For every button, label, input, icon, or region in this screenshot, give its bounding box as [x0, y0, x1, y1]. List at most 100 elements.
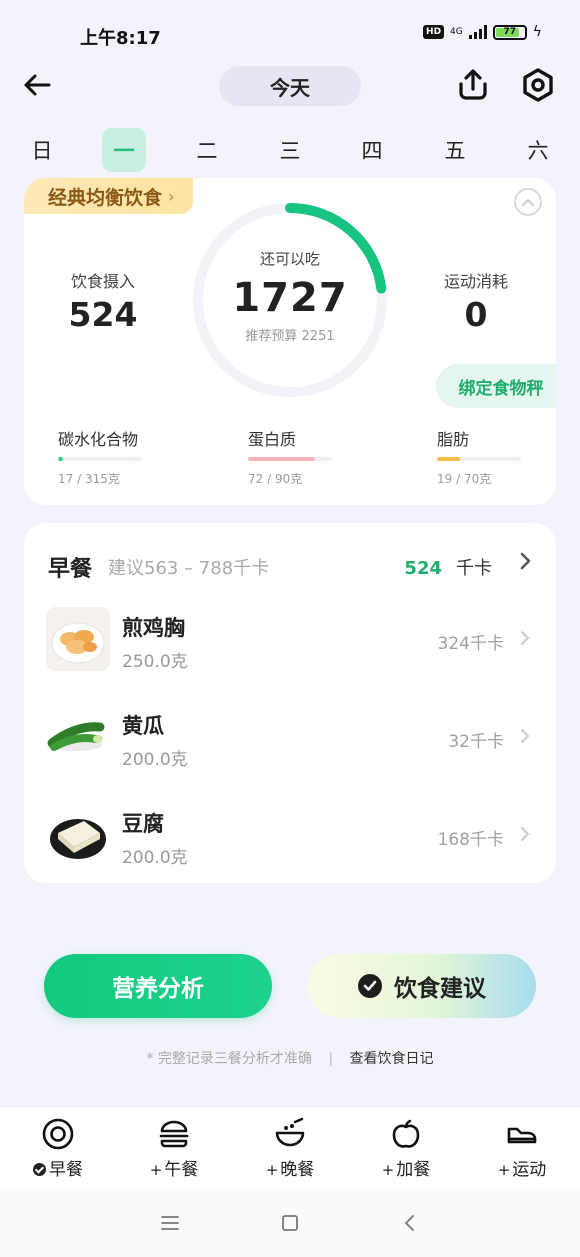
tofu-image [46, 803, 110, 867]
food-name: 豆腐 [122, 812, 164, 836]
home-icon[interactable] [276, 1211, 304, 1235]
nav-label: + 运动 [472, 1155, 572, 1180]
collapse-icon[interactable] [514, 188, 542, 216]
day-sat[interactable]: 六 [516, 128, 560, 172]
food-kcal: 32千卡 [448, 732, 504, 752]
checkmark-icon [358, 974, 382, 998]
food-item[interactable]: 煎鸡胸 250.0克 324千卡 [24, 599, 556, 697]
intake-value: 524 [68, 295, 138, 334]
nav-breakfast[interactable]: 早餐 [8, 1117, 108, 1180]
macro-name: 碳水化合物 [58, 430, 139, 449]
nutrition-analysis-button[interactable]: 营养分析 [44, 954, 272, 1018]
day-mon[interactable]: 一 [102, 128, 146, 172]
macro-progress-fill [248, 457, 316, 461]
diet-plan-tag[interactable]: 经典均衡饮食 › [24, 178, 193, 214]
sneaker-icon [472, 1117, 572, 1151]
nav-label-text: 早餐 [49, 1160, 83, 1180]
food-item[interactable]: 黄瓜 200.0克 32千卡 [24, 697, 556, 795]
apple-icon [356, 1117, 456, 1151]
diet-advice-button[interactable]: 饮食建议 [308, 954, 536, 1018]
system-nav-bar [0, 1189, 580, 1257]
back-arrow-icon[interactable] [20, 68, 54, 102]
nav-label: + 加餐 [356, 1155, 456, 1180]
nav-prefix: + [381, 1161, 395, 1179]
hint-text: * 完整记录三餐分析才准确 [146, 1051, 312, 1067]
chevron-right-icon [520, 825, 530, 847]
bind-scale-button[interactable]: 绑定食物秤 [436, 364, 556, 408]
charging-icon: ϟ [532, 24, 542, 40]
macro-protein: 蛋白质 72 / 90克 [248, 426, 358, 487]
share-icon[interactable] [454, 66, 492, 104]
hint-row: * 完整记录三餐分析才准确 | 查看饮食日记 [0, 1048, 580, 1068]
breakfast-plate-icon [8, 1117, 108, 1151]
status-time: 上午8:17 [80, 28, 161, 49]
diet-advice-label: 饮食建议 [394, 976, 486, 1002]
macro-name: 脂肪 [437, 430, 470, 449]
day-thu[interactable]: 四 [350, 128, 394, 172]
macro-carbs: 碳水化合物 17 / 315克 [58, 426, 168, 487]
day-wed[interactable]: 三 [268, 128, 312, 172]
nav-label: + 午餐 [124, 1155, 224, 1180]
nav-exercise[interactable]: + 运动 [472, 1117, 572, 1180]
chevron-right-icon [520, 727, 530, 749]
food-weight: 200.0克 [122, 848, 188, 868]
chevron-right-icon: › [168, 186, 175, 206]
food-kcal: 324千卡 [437, 634, 504, 654]
nav-label: + 晚餐 [240, 1155, 340, 1180]
day-tue[interactable]: 二 [185, 128, 229, 172]
status-icons: HD 4G 77 ϟ [423, 24, 542, 40]
burger-icon [124, 1117, 224, 1151]
nav-prefix: + [497, 1161, 511, 1179]
cucumber-image [46, 705, 110, 769]
day-fri[interactable]: 五 [433, 128, 477, 172]
nav-prefix: + [149, 1161, 163, 1179]
meal-kcal-unit: 千卡 [456, 558, 492, 579]
macro-progress-bar [248, 457, 332, 461]
food-name: 黄瓜 [122, 714, 164, 738]
nav-snack[interactable]: + 加餐 [356, 1117, 456, 1180]
macro-amount: 19 / 70克 [437, 472, 492, 486]
meal-kcal-summary[interactable]: 524 千卡 [404, 554, 492, 580]
menu-icon[interactable] [156, 1211, 184, 1235]
food-name: 煎鸡胸 [122, 616, 185, 640]
budget-text: 推荐预算 2251 [245, 329, 335, 344]
nav-dinner[interactable]: + 晚餐 [240, 1117, 340, 1180]
back-icon[interactable] [396, 1211, 424, 1235]
week-selector: 日 一 二 三 四 五 六 [0, 128, 580, 172]
macro-progress-fill [58, 457, 63, 461]
ring-center: 还可以吃 1727 推荐预算 2251 [190, 248, 390, 344]
macro-progress-fill [437, 457, 460, 461]
food-weight: 200.0克 [122, 750, 188, 770]
exercise-label: 运动消耗 [443, 272, 508, 291]
nav-lunch[interactable]: + 午餐 [124, 1117, 224, 1180]
meal-suggestion: 建议563 – 788千卡 [108, 558, 270, 579]
day-sun[interactable]: 日 [20, 128, 64, 172]
food-item[interactable]: 豆腐 200.0克 168千卡 [24, 795, 556, 893]
breakfast-card: 早餐 建议563 – 788千卡 524 千卡 煎鸡胸 250.0克 324千卡 [24, 523, 556, 883]
macro-progress-bar [437, 457, 521, 461]
intake-label: 饮食摄入 [70, 272, 135, 291]
hint-separator: | [328, 1051, 334, 1067]
food-weight: 250.0克 [122, 652, 188, 672]
hd-badge: HD [423, 25, 445, 39]
nav-label-text: 运动 [512, 1160, 547, 1180]
macro-amount: 17 / 315克 [58, 472, 120, 486]
chevron-right-icon[interactable] [520, 551, 532, 575]
check-icon [33, 1162, 46, 1176]
battery-level: 77 [503, 26, 517, 37]
remaining-label: 还可以吃 [259, 250, 320, 268]
macro-name: 蛋白质 [248, 430, 297, 449]
battery-icon: 77 [492, 24, 527, 40]
nav-label-text: 晚餐 [280, 1160, 315, 1180]
fried-chicken-breast-image [46, 607, 110, 671]
diet-plan-name: 经典均衡饮食 [48, 186, 163, 209]
date-selector[interactable]: 今天 [219, 66, 361, 106]
remaining-value: 1727 [232, 275, 348, 321]
meal-title: 早餐 [48, 557, 93, 582]
bottom-nav: 早餐 + 午餐 + 晚餐 + 加餐 + 运动 [0, 1106, 580, 1189]
macro-progress-bar [58, 457, 142, 461]
calorie-summary-card: 经典均衡饮食 › 饮食摄入 524 还可以吃 1727 推荐预算 2251 运动… [24, 178, 556, 505]
macro-fat: 脂肪 19 / 70克 [437, 426, 547, 487]
diet-diary-link[interactable]: 查看饮食日记 [350, 1051, 434, 1067]
settings-icon[interactable] [519, 66, 557, 104]
